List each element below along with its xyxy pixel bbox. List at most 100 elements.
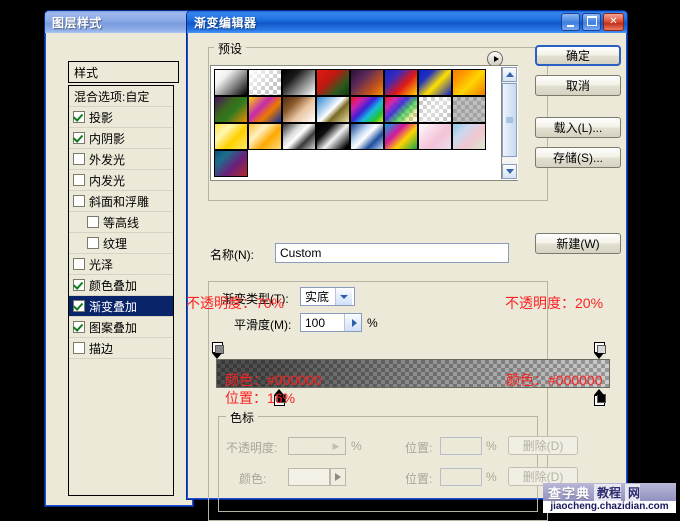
style-effect-label: 描边 — [89, 341, 114, 356]
preset-swatch[interactable] — [384, 96, 418, 123]
preset-swatch[interactable] — [418, 96, 452, 123]
checkbox-unchecked-icon[interactable] — [73, 153, 85, 165]
new-button[interactable]: 新建(W) — [535, 233, 621, 254]
stop-opacity-input[interactable]: ▶ — [288, 437, 346, 455]
gradient-editor-titlebar[interactable]: 渐变编辑器 ✕ — [187, 11, 627, 33]
style-effect-item[interactable]: 描边 — [69, 338, 173, 359]
color-stop-right[interactable] — [594, 389, 606, 406]
checkbox-checked-icon[interactable] — [73, 321, 85, 333]
presets-group-label: 预设 — [214, 40, 247, 57]
preset-swatch[interactable] — [316, 96, 350, 123]
layer-style-titlebar[interactable]: 图层样式 — [45, 11, 193, 33]
checkbox-unchecked-icon[interactable] — [87, 237, 99, 249]
style-effect-item[interactable]: 外发光 — [69, 149, 173, 170]
cancel-button-label: 取消 — [565, 79, 590, 93]
preset-swatch[interactable] — [248, 69, 282, 96]
style-effect-label: 内阴影 — [89, 131, 126, 146]
preset-swatch[interactable] — [350, 96, 384, 123]
preset-scrollbar[interactable] — [501, 67, 517, 179]
style-effect-label: 内发光 — [89, 173, 126, 188]
close-icon[interactable]: ✕ — [603, 13, 624, 31]
annotation-opacity-left: 不透明度：70% — [186, 295, 285, 311]
scrollbar-track[interactable] — [502, 157, 517, 163]
annotation-position-left: 位置：16% — [225, 390, 296, 406]
style-effect-item[interactable]: 颜色叠加 — [69, 275, 173, 296]
ok-button[interactable]: 确定 — [535, 45, 621, 66]
preset-swatch[interactable] — [214, 150, 248, 177]
smoothness-popup-arrow-icon[interactable] — [344, 314, 361, 331]
style-effects-list[interactable]: 混合选项:自定 投影内阴影外发光内发光斜面和浮雕等高线 纹理 光泽 颜色叠加 渐变叠加图… — [68, 85, 174, 496]
scroll-down-icon[interactable] — [502, 164, 517, 179]
style-effect-item[interactable]: 光泽 — [69, 254, 173, 275]
preset-swatch[interactable] — [282, 69, 316, 96]
scroll-up-icon[interactable] — [502, 67, 517, 82]
annotation-color-right: 颜色：#000000 — [506, 372, 603, 388]
delete-stop-button-1[interactable]: 删除(D) — [508, 436, 578, 455]
smoothness-label: 平滑度(M): — [234, 318, 292, 332]
minimize-icon[interactable] — [561, 13, 580, 31]
preset-swatch[interactable] — [384, 123, 418, 150]
blend-options-item[interactable]: 混合选项:自定 — [69, 86, 173, 107]
preset-swatch[interactable] — [282, 123, 316, 150]
preset-swatch[interactable] — [452, 96, 486, 123]
style-effect-item[interactable]: 斜面和浮雕 — [69, 191, 173, 212]
preset-swatch[interactable] — [282, 96, 316, 123]
style-effect-item[interactable]: 投影 — [69, 107, 173, 128]
save-button[interactable]: 存储(S)... — [535, 147, 621, 168]
preset-swatch[interactable] — [316, 123, 350, 150]
checkbox-checked-icon[interactable] — [73, 111, 85, 123]
style-effect-item[interactable]: 等高线 — [69, 212, 173, 233]
stop-location-2-label: 位置: — [405, 472, 433, 486]
checkbox-unchecked-icon[interactable] — [73, 342, 85, 354]
layer-style-body: 样式 混合选项:自定 投影 内阴影 外发光 内发光 斜面和浮雕 等高线 纹理 光泽 颜色叠加 渐变… — [48, 33, 190, 503]
style-effect-item[interactable]: 内发光 — [69, 170, 173, 191]
preset-swatch[interactable] — [452, 69, 486, 96]
style-effect-label: 斜面和浮雕 — [89, 194, 150, 209]
stop-location-1-input[interactable] — [440, 437, 482, 455]
preset-swatch[interactable] — [214, 96, 248, 123]
checkbox-checked-icon[interactable] — [73, 300, 85, 312]
style-effect-item[interactable]: 内阴影 — [69, 128, 173, 149]
gradient-name-input[interactable] — [275, 243, 509, 263]
style-effect-item[interactable]: 纹理 — [69, 233, 173, 254]
checkbox-unchecked-icon[interactable] — [73, 174, 85, 186]
maximize-icon[interactable] — [582, 13, 601, 31]
preset-swatch[interactable] — [418, 123, 452, 150]
stop-color-swatch[interactable] — [288, 468, 330, 486]
preset-swatch[interactable] — [214, 123, 248, 150]
opacity-stop-right[interactable] — [594, 342, 606, 359]
preset-swatch[interactable] — [248, 123, 282, 150]
style-effect-item[interactable]: 图案叠加 — [69, 317, 173, 338]
opacity-stop-left[interactable] — [212, 342, 224, 359]
preset-swatch[interactable] — [384, 69, 418, 96]
smoothness-value: 100 — [305, 315, 326, 330]
preset-swatch[interactable] — [418, 69, 452, 96]
color-stops-group-label: 色标 — [226, 409, 259, 426]
stop-color-popup-arrow-icon[interactable] — [330, 468, 346, 486]
load-button-label: 载入(L)... — [553, 121, 603, 135]
preset-swatch-panel[interactable] — [210, 65, 518, 181]
preset-swatch[interactable] — [214, 69, 248, 96]
checkbox-unchecked-icon[interactable] — [73, 258, 85, 270]
preset-swatch[interactable] — [248, 96, 282, 123]
style-effect-item[interactable]: 渐变叠加 — [69, 296, 173, 317]
gradient-type-select[interactable]: 实底 — [300, 287, 355, 306]
preset-swatch[interactable] — [316, 69, 350, 96]
checkbox-unchecked-icon[interactable] — [73, 195, 85, 207]
checkbox-checked-icon[interactable] — [73, 132, 85, 144]
preset-swatch[interactable] — [350, 123, 384, 150]
scrollbar-thumb[interactable] — [502, 83, 517, 157]
smoothness-stepper[interactable]: 100 — [300, 313, 362, 332]
stop-opacity-arrow-icon[interactable]: ▶ — [329, 440, 343, 453]
chevron-down-icon[interactable] — [335, 288, 352, 305]
preset-swatch[interactable] — [452, 123, 486, 150]
checkbox-unchecked-icon[interactable] — [87, 216, 99, 228]
preset-swatch[interactable] — [350, 69, 384, 96]
preset-swatch-grid[interactable] — [214, 69, 486, 177]
load-button[interactable]: 载入(L)... — [535, 117, 621, 138]
opacity-stop-right-house — [594, 342, 606, 354]
stop-location-2-input[interactable] — [440, 468, 482, 486]
color-stop-right-house — [594, 394, 606, 406]
cancel-button[interactable]: 取消 — [535, 75, 621, 96]
checkbox-checked-icon[interactable] — [73, 279, 85, 291]
